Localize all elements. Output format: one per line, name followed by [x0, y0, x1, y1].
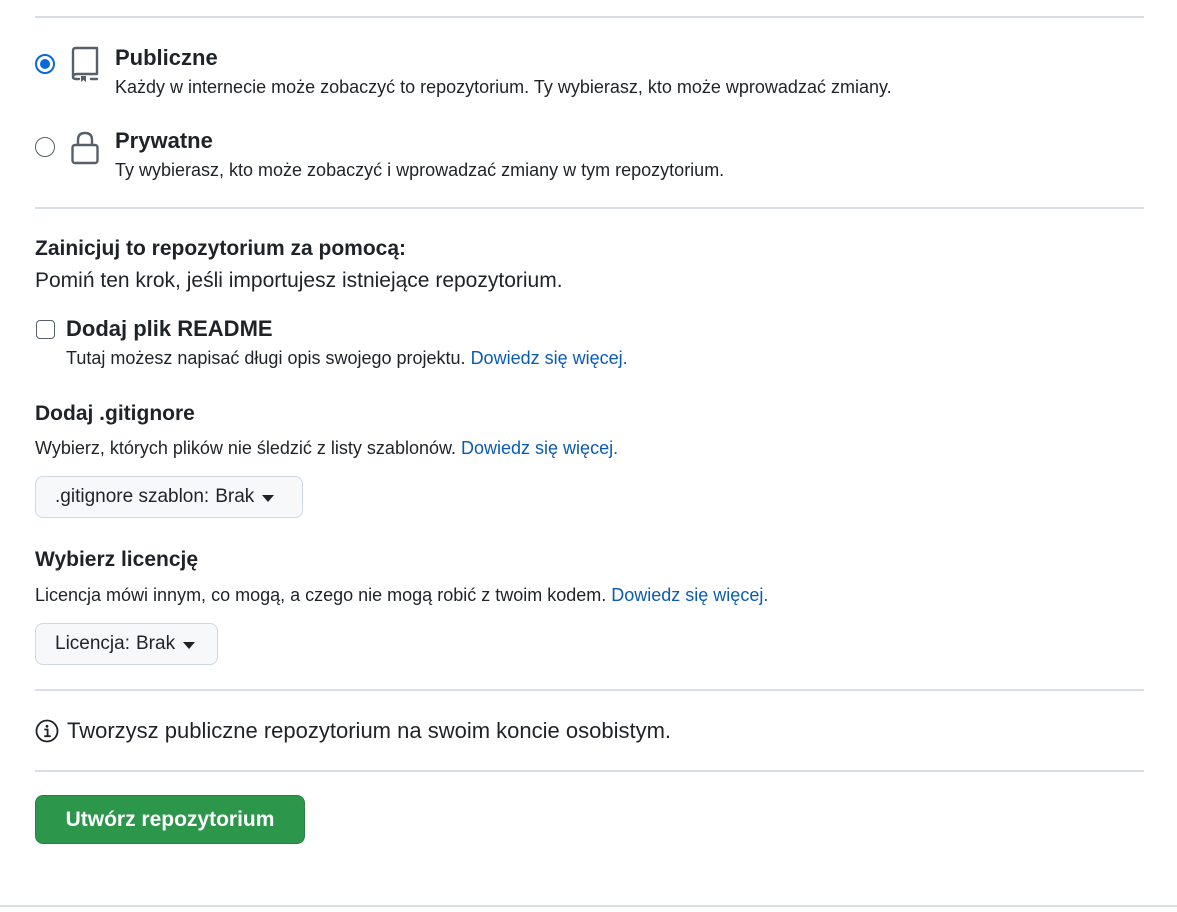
divider-top [35, 16, 1144, 18]
readme-description: Tutaj możesz napisać długi opis swojego … [66, 348, 466, 368]
divider-license [35, 689, 1144, 691]
gitignore-dropdown-label: .gitignore szablon: [55, 486, 210, 507]
divider-info [35, 770, 1144, 772]
create-repository-button[interactable]: Utwórz repozytorium [35, 795, 305, 844]
gitignore-dropdown-value: Brak [215, 486, 255, 507]
divider-bottom [0, 905, 1177, 907]
private-description: Ty wybierasz, kto może zobaczyć i wprowa… [115, 160, 725, 180]
public-radio[interactable] [35, 54, 55, 74]
divider-visibility [35, 207, 1144, 209]
license-link-period: . [763, 585, 769, 605]
caret-down-icon [262, 494, 275, 502]
readme-label[interactable]: Dodaj plik README [66, 316, 273, 342]
caret-down-icon [183, 641, 196, 649]
gitignore-title: Dodaj .gitignore [35, 402, 195, 425]
initialize-subtitle: Pomiń ten krok, jeśli importujesz istnie… [35, 269, 563, 292]
gitignore-template-dropdown[interactable]: .gitignore szablon: Brak [35, 476, 303, 518]
readme-checkbox[interactable] [36, 320, 55, 339]
license-dropdown[interactable]: Licencja: Brak [35, 623, 218, 665]
private-radio[interactable] [35, 137, 55, 157]
license-description: Licencja mówi innym, co mogą, a czego ni… [35, 585, 607, 605]
repo-icon [71, 46, 99, 82]
license-dropdown-label: Licencja: [55, 633, 130, 654]
license-description-line: Licencja mówi innym, co mogą, a czego ni… [35, 585, 768, 606]
gitignore-learn-more-link[interactable]: Dowiedz się więcej [461, 438, 613, 458]
license-title: Wybierz licencję [35, 548, 199, 571]
private-title: Prywatne [115, 128, 213, 153]
license-learn-more-link[interactable]: Dowiedz się więcej [611, 585, 763, 605]
info-notice: Tworzysz publiczne repozytorium na swoim… [35, 718, 671, 744]
readme-description-line: Tutaj możesz napisać długi opis swojego … [66, 348, 628, 369]
public-description: Każdy w internecie może zobaczyć to repo… [115, 77, 892, 97]
license-dropdown-value: Brak [136, 633, 176, 654]
readme-learn-more-link[interactable]: Dowiedz się więcej [471, 348, 623, 368]
lock-icon [71, 131, 99, 165]
gitignore-link-period: . [613, 438, 619, 458]
readme-link-period: . [622, 348, 628, 368]
info-icon [35, 719, 59, 743]
public-title: Publiczne [115, 45, 218, 70]
info-text: Tworzysz publiczne repozytorium na swoim… [67, 718, 672, 743]
gitignore-description-line: Wybierz, których plików nie śledzić z li… [35, 438, 618, 459]
initialize-title: Zainicjuj to repozytorium za pomocą: [35, 237, 407, 260]
gitignore-description: Wybierz, których plików nie śledzić z li… [35, 438, 456, 458]
